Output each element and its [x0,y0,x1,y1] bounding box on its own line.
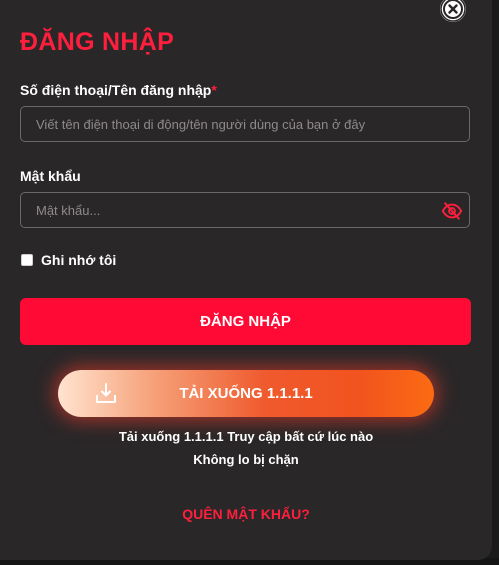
close-button[interactable] [440,0,466,22]
password-label: Mật khẩu [20,168,81,184]
username-label: Số điện thoại/Tên đăng nhập [20,82,212,98]
download-button-label: TẢI XUỐNG 1.1.1.1 [179,385,313,402]
download-promo-line-1: Tải xuống 1.1.1.1 Truy cập bất cứ lúc nà… [118,429,374,444]
download-button[interactable]: TẢI XUỐNG 1.1.1.1 [58,370,434,417]
remember-me-checkbox[interactable] [21,254,33,266]
eye-off-icon[interactable] [441,200,463,222]
username-field-box [20,106,470,142]
close-icon [440,0,466,22]
username-label-row: Số điện thoại/Tên đăng nhập* [20,82,217,98]
remember-me-row: Ghi nhớ tôi [21,252,116,268]
download-icon [96,383,116,403]
required-mark: * [211,82,217,98]
login-button[interactable]: ĐĂNG NHẬP [20,298,471,345]
password-field-box [20,192,470,228]
download-promo-line-2: Không lo bị chặn [193,452,299,467]
forgot-password-link[interactable]: QUÊN MẬT KHẨU? [0,506,492,522]
remember-me-label[interactable]: Ghi nhớ tôi [41,252,116,268]
login-modal: ĐĂNG NHẬP Số điện thoại/Tên đăng nhập* M… [0,0,492,560]
password-input[interactable] [21,193,469,227]
modal-title: ĐĂNG NHẬP [20,28,175,56]
username-input[interactable] [21,107,469,141]
